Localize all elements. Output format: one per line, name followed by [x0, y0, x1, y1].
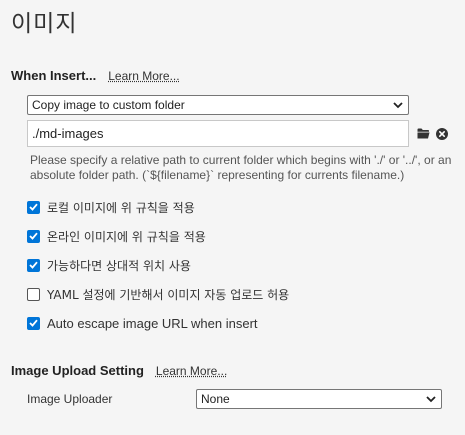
image-folder-path-input[interactable]: ./md-images [27, 120, 409, 147]
option-checkbox[interactable] [27, 287, 40, 301]
option-row-local-images[interactable]: 로컬 이미지에 위 규칙을 적용 [27, 199, 195, 215]
folder-icon[interactable] [417, 128, 430, 139]
upload-setting-title: Image Upload Setting [11, 363, 144, 378]
checkmark-icon [29, 203, 38, 211]
chevron-down-icon [393, 102, 403, 109]
checkmark-icon [29, 261, 38, 269]
checkmark-icon [29, 319, 38, 327]
close-circle-icon[interactable] [436, 128, 448, 140]
when-insert-header: When Insert... Learn More... [11, 68, 180, 83]
page-title: 이미지 [11, 11, 78, 37]
option-label: 가능하다면 상대적 위치 사용 [47, 258, 191, 273]
image-uploader-selected-value: None [201, 392, 230, 406]
option-row-auto-escape-url[interactable]: Auto escape image URL when insert [27, 315, 258, 331]
checkmark-icon [29, 232, 38, 240]
option-checkbox[interactable] [27, 258, 40, 272]
insert-action-select[interactable]: Copy image to custom folder [27, 95, 409, 115]
when-insert-title: When Insert... [11, 68, 97, 83]
option-label: 로컬 이미지에 위 규칙을 적용 [47, 200, 195, 215]
chevron-down-icon [426, 396, 436, 403]
option-label: Auto escape image URL when insert [47, 315, 258, 331]
folder-path-hint: Please specify a relative path to curren… [30, 153, 452, 182]
option-row-relative-path[interactable]: 가능하다면 상대적 위치 사용 [27, 257, 191, 273]
image-folder-path-value: ./md-images [32, 126, 104, 141]
option-checkbox[interactable] [27, 316, 40, 330]
option-label: YAML 설정에 기반해서 이미지 자동 업로드 허용 [47, 287, 290, 302]
option-row-online-images[interactable]: 온라인 이미지에 위 규칙을 적용 [27, 228, 206, 244]
upload-learn-more-link[interactable]: Learn More... [156, 364, 227, 378]
option-checkbox[interactable] [27, 200, 40, 214]
image-uploader-label: Image Uploader [27, 392, 113, 406]
when-insert-learn-more-link[interactable]: Learn More... [108, 69, 179, 83]
option-row-yaml-auto-upload[interactable]: YAML 설정에 기반해서 이미지 자동 업로드 허용 [27, 286, 289, 302]
image-uploader-select[interactable]: None [196, 389, 442, 409]
insert-action-selected-value: Copy image to custom folder [32, 98, 185, 112]
upload-setting-header: Image Upload Setting Learn More... [11, 363, 227, 378]
option-checkbox[interactable] [27, 229, 40, 243]
option-label: 온라인 이미지에 위 규칙을 적용 [47, 229, 206, 244]
